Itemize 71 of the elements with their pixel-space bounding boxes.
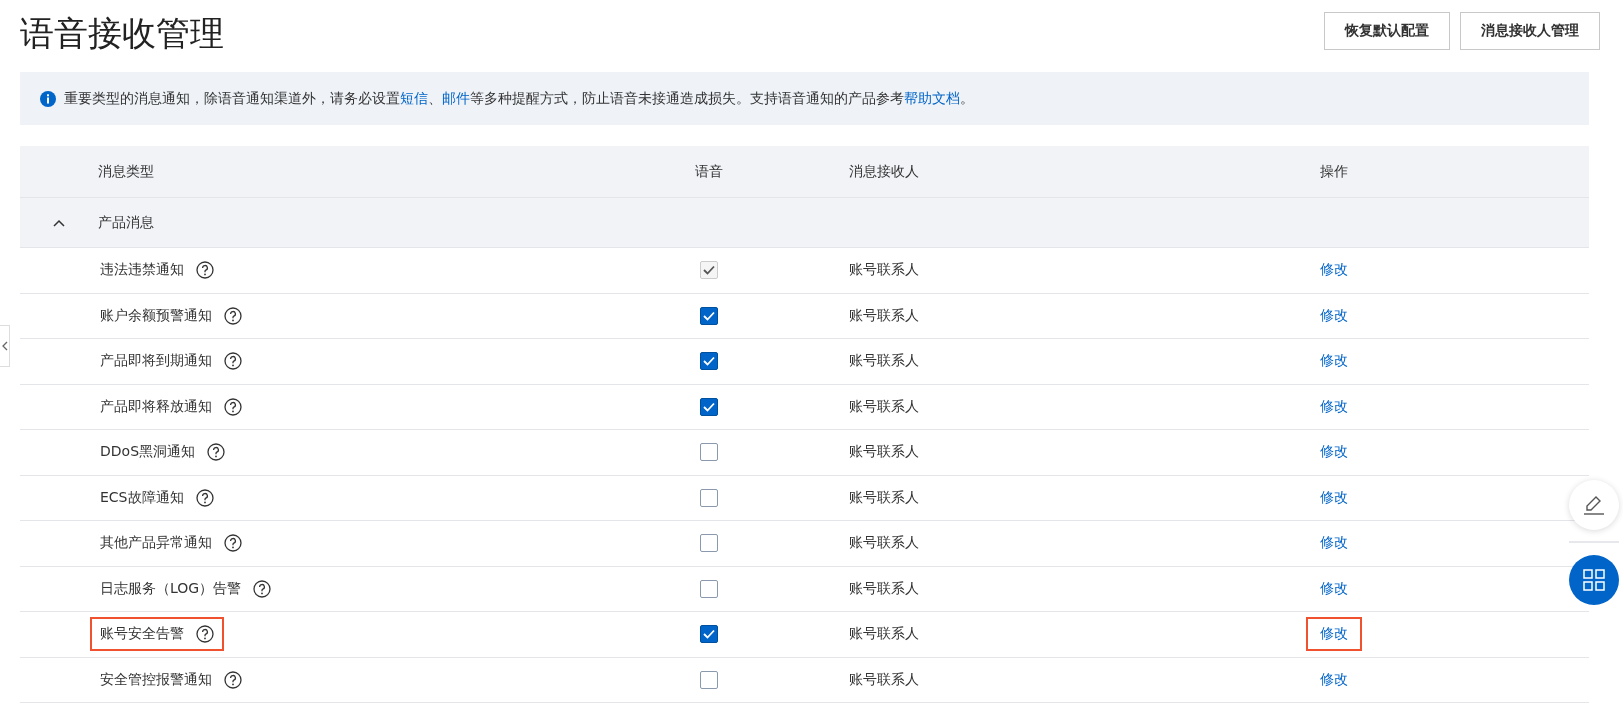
voice-checkbox[interactable] [700,306,718,325]
help-icon[interactable] [224,670,242,689]
header-button[interactable]: 恢复默认配置 [1324,12,1450,50]
voice-checkbox[interactable] [700,397,718,416]
column-header: 消息类型 [98,162,154,179]
message-type: 账户余额预警通知 [100,306,212,325]
recipient: 账号联系人 [849,488,919,505]
checkmark-icon [703,265,715,276]
edit-link[interactable]: 修改 [1306,526,1362,561]
voice-checkbox[interactable] [700,534,718,553]
edit-link[interactable]: 修改 [1306,480,1362,515]
checkmark-icon [703,629,715,640]
voice-checkbox[interactable] [700,488,718,507]
checkmark-icon [703,401,715,412]
message-type: 账号安全告警 [100,625,184,644]
notice-link[interactable]: 邮件 [442,89,470,106]
message-type: 产品即将到期通知 [100,352,212,371]
help-icon[interactable] [224,534,242,553]
header-button[interactable]: 消息接收人管理 [1460,12,1600,50]
voice-checkbox[interactable] [700,625,718,644]
message-type: DDoS黑洞通知 [100,443,195,462]
recipient: 账号联系人 [849,579,919,596]
edit-link[interactable]: 修改 [1306,571,1362,606]
checkmark-icon [703,310,715,321]
checkmark-icon [703,356,715,367]
page-title: 语音接收管理 [20,12,224,55]
apps-button[interactable] [1569,555,1619,605]
column-header: 消息接收人 [849,162,919,179]
pencil-icon [1582,494,1606,516]
help-icon[interactable] [224,397,242,416]
edit-link[interactable]: 修改 [1306,344,1362,379]
message-type: 日志服务（LOG）告警 [100,579,242,598]
help-icon[interactable] [253,579,272,598]
recipient: 账号联系人 [849,352,919,369]
recipient: 账号联系人 [849,625,919,642]
help-icon[interactable] [207,443,225,462]
help-icon[interactable] [224,306,242,325]
chevron-up-icon[interactable] [53,218,65,227]
edit-link[interactable]: 修改 [1306,435,1362,470]
help-icon[interactable] [196,625,214,644]
voice-checkbox[interactable] [700,352,718,371]
voice-checkbox[interactable] [700,443,718,462]
recipient: 账号联系人 [849,670,919,687]
recipient: 账号联系人 [849,397,919,414]
message-type: 违法违禁通知 [100,261,184,280]
recipient: 账号联系人 [849,534,919,551]
voice-checkbox[interactable] [700,579,718,598]
message-type: 其他产品异常通知 [100,534,212,553]
edit-link[interactable]: 修改 [1306,617,1362,652]
message-type: 产品即将释放通知 [100,397,212,416]
recipient: 账号联系人 [849,443,919,460]
info-icon [40,90,56,107]
grid-icon [1583,569,1605,591]
message-type: ECS故障通知 [100,488,184,507]
feedback-button[interactable] [1569,480,1619,530]
notice-link[interactable]: 帮助文档 [904,89,960,106]
edit-link[interactable]: 修改 [1306,662,1362,697]
notice-link[interactable]: 短信 [400,89,428,106]
recipient: 账号联系人 [849,306,919,323]
message-type: 安全管控报警通知 [100,670,212,689]
notice-text: 重要类型的消息通知，除语音通知渠道外，请务必设置短信、邮件等多种提醒方式，防止语音未接通造成损失。支持语音通知的产品参考帮助文档。 [64,89,974,108]
help-icon[interactable] [195,488,214,507]
voice-checkbox[interactable] [700,670,718,689]
edit-link[interactable]: 修改 [1306,389,1362,424]
column-header: 语音 [695,162,723,181]
group-name: 产品消息 [98,213,154,230]
help-icon[interactable] [224,352,242,371]
chevron-left-icon [1,341,8,351]
recipient: 账号联系人 [849,261,919,278]
column-header: 操作 [1320,162,1348,179]
edit-link[interactable]: 修改 [1306,298,1362,333]
